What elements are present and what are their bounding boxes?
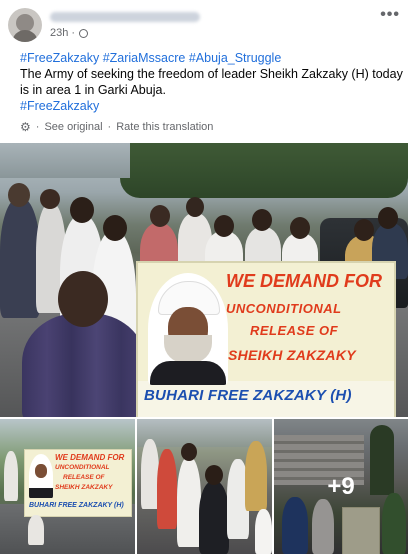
small-banner-portrait xyxy=(29,454,53,498)
avatar-body xyxy=(12,30,38,42)
marcher-head xyxy=(103,215,127,241)
hashtag-abuja-struggle[interactable]: #Abuja_Struggle xyxy=(189,51,281,65)
post-body: The Army of seeking the freedom of leade… xyxy=(20,67,403,97)
hashtag-freezakzaky-bottom[interactable]: #FreeZakzaky xyxy=(20,99,99,113)
hashtag-row: #FreeZakzaky #ZariaMssacre #Abuja_Strugg… xyxy=(20,50,405,66)
small-banner-line-2: UNCONDITIONAL xyxy=(55,464,110,471)
marcher-head xyxy=(290,217,310,239)
marcher xyxy=(245,441,267,511)
banner-line-4: SHEIKH ZAKZAKY xyxy=(228,347,356,363)
banner-line-3: RELEASE OF xyxy=(250,323,339,338)
hashtag-zariamssacre[interactable]: #ZariaMssacre xyxy=(103,51,186,65)
portrait-face xyxy=(35,464,47,478)
marcher xyxy=(177,457,201,547)
marcher-foreground-head xyxy=(58,271,108,327)
marcher xyxy=(4,451,18,501)
sky xyxy=(0,143,130,178)
more-options-icon[interactable]: ••• xyxy=(380,6,400,24)
separator-dot: · xyxy=(107,121,112,133)
small-banner-line-3: RELEASE OF xyxy=(63,474,105,481)
hashtag-freezakzaky[interactable]: #FreeZakzaky xyxy=(20,51,99,65)
banner-portrait xyxy=(148,273,228,385)
post-header: 23h · ••• xyxy=(0,0,408,42)
marcher-head xyxy=(186,197,204,217)
marcher-head xyxy=(40,189,60,209)
marcher xyxy=(28,515,44,545)
small-banner-line-5: BUHARI FREE ZAKZAKY (H) xyxy=(29,502,124,509)
photo-thumbnail-1[interactable]: WE DEMAND FOR UNCONDITIONAL RELEASE OF S… xyxy=(0,419,135,554)
translation-bar: ⚙ · See original · Rate this translation xyxy=(20,120,213,134)
post-meta: 23h · xyxy=(50,27,89,39)
portrait-beard xyxy=(164,335,212,363)
gear-icon: ⚙ xyxy=(20,120,31,134)
marcher-head xyxy=(150,205,170,227)
marcher xyxy=(255,509,272,554)
banner-line-1: WE DEMAND FOR xyxy=(226,271,382,291)
marcher-head xyxy=(354,219,374,241)
marcher-head xyxy=(8,183,30,207)
marcher-head xyxy=(70,197,94,223)
marcher-foreground xyxy=(22,313,146,417)
marcher-head xyxy=(214,215,234,237)
portrait-robe xyxy=(29,488,53,498)
separator-dot: · xyxy=(35,121,40,133)
author-name-blurred[interactable] xyxy=(50,12,200,22)
protest-banner-small: WE DEMAND FOR UNCONDITIONAL RELEASE OF S… xyxy=(24,449,132,517)
post-time[interactable]: 23h · xyxy=(50,27,75,39)
main-photo[interactable]: WE DEMAND FOR UNCONDITIONAL RELEASE OF S… xyxy=(0,143,408,417)
marcher-head xyxy=(181,443,197,461)
more-photos-overlay[interactable]: +9 xyxy=(274,419,408,554)
photo-grid: WE DEMAND FOR UNCONDITIONAL RELEASE OF S… xyxy=(0,143,408,554)
marcher xyxy=(157,449,177,529)
photo-thumbnail-2[interactable] xyxy=(137,419,272,554)
marcher-head xyxy=(205,465,223,485)
see-original-link[interactable]: See original xyxy=(44,121,102,133)
marcher-head xyxy=(252,209,272,231)
marcher xyxy=(199,481,229,554)
rate-translation-link[interactable]: Rate this translation xyxy=(116,121,213,133)
avatar[interactable] xyxy=(8,8,42,42)
marcher xyxy=(0,198,40,318)
marcher-head xyxy=(378,207,398,229)
protest-banner: WE DEMAND FOR UNCONDITIONAL RELEASE OF S… xyxy=(136,261,396,417)
post-text: #FreeZakzaky #ZariaMssacre #Abuja_Strugg… xyxy=(20,50,405,114)
banner-line-5: BUHARI FREE ZAKZAKY (H) xyxy=(144,387,352,404)
small-banner-line-1: WE DEMAND FOR xyxy=(55,453,125,462)
banner-line-2: UNCONDITIONAL xyxy=(226,301,342,316)
portrait-robe xyxy=(150,361,226,385)
trees xyxy=(120,143,408,198)
small-banner-line-4: SHEIKH ZAKZAKY xyxy=(55,484,113,491)
globe-icon xyxy=(79,28,89,38)
